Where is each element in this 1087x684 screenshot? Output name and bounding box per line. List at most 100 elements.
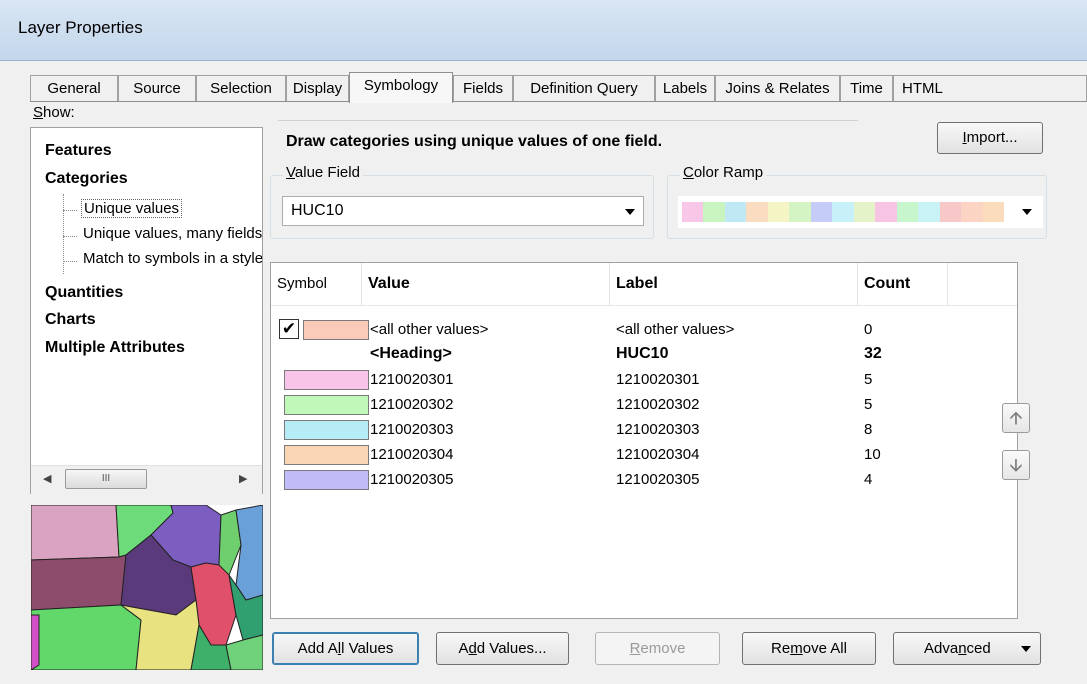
tab-label: Fields [462, 80, 503, 97]
horizontal-scrollbar[interactable]: ◀ III ▶ [31, 465, 262, 494]
symbol-swatch[interactable] [303, 320, 369, 340]
color-ramp-swatch [767, 202, 790, 222]
unique-values-table[interactable]: Symbol Value Label Count ✔ <all other val… [270, 262, 1018, 619]
symbol-swatch[interactable] [284, 470, 369, 490]
tree-multiple-attributes[interactable]: Multiple Attributes [45, 339, 185, 357]
cell-count: 10 [864, 446, 881, 463]
cell-value: <Heading> [370, 345, 452, 362]
table-row[interactable]: 1210020303 1210020303 8 [271, 419, 1017, 441]
tab-labels[interactable]: Labels [655, 75, 715, 102]
cell-count: 32 [864, 345, 882, 362]
cell-label: 1210020301 [616, 371, 700, 388]
move-down-button[interactable]: 🡫 [1002, 450, 1030, 480]
table-row[interactable]: 1210020301 1210020301 5 [271, 369, 1017, 391]
color-ramp-swatch [853, 202, 876, 222]
tree-connector [63, 194, 64, 274]
cell-count: 4 [864, 471, 873, 488]
remove-button[interactable]: Remove [595, 632, 720, 665]
table-row[interactable]: 1210020302 1210020302 5 [271, 394, 1017, 416]
color-ramp-swatch [789, 202, 811, 222]
tree-connector [63, 210, 77, 211]
cell-value: 1210020305 [370, 471, 454, 488]
color-ramp-swatch [982, 202, 1005, 222]
add-all-values-button[interactable]: Add All Values [272, 632, 419, 665]
chevron-down-icon [1021, 646, 1031, 652]
cell-label: 1210020303 [616, 421, 700, 438]
tab-selection[interactable]: Selection [196, 75, 286, 102]
color-ramp-label: Color Ramp [680, 164, 767, 181]
cell-label: 1210020304 [616, 446, 700, 463]
tree-features[interactable]: Features [45, 142, 112, 160]
title-bar[interactable]: Layer Properties [0, 0, 1087, 61]
color-ramp-dropdown[interactable] [678, 196, 1043, 228]
advanced-button[interactable]: Advanced [893, 632, 1041, 665]
tab-label: HTML [902, 80, 943, 97]
cell-value: 1210020302 [370, 396, 454, 413]
tab-label: Definition Query [530, 80, 638, 97]
tab-symbology[interactable]: Symbology [349, 72, 453, 103]
symbol-swatch[interactable] [284, 445, 369, 465]
separator [278, 120, 858, 121]
scroll-thumb[interactable]: III [65, 469, 147, 489]
tree-connector [63, 236, 77, 237]
move-up-button[interactable]: 🡩 [1002, 403, 1030, 433]
cell-label: <all other values> [616, 321, 735, 338]
cell-value: <all other values> [370, 321, 489, 338]
table-row[interactable]: 1210020304 1210020304 10 [271, 444, 1017, 466]
color-ramp-swatch [875, 202, 897, 222]
col-symbol[interactable]: Symbol [271, 263, 362, 305]
preview-map-image [31, 505, 263, 670]
cell-value: 1210020301 [370, 371, 454, 388]
cell-value: 1210020304 [370, 446, 454, 463]
remove-all-button[interactable]: Remove All [742, 632, 876, 665]
cell-value: 1210020303 [370, 421, 454, 438]
color-ramp-swatch [810, 202, 833, 222]
table-header: Symbol Value Label Count [271, 263, 1017, 306]
color-ramp-swatch [832, 202, 854, 222]
color-ramp-swatch [746, 202, 768, 222]
col-value[interactable]: Value [362, 263, 610, 305]
tab-joins-relates[interactable]: Joins & Relates [715, 75, 840, 102]
tab-html[interactable]: HTML [893, 75, 1087, 102]
renderer-tree[interactable]: Features Categories Unique values Unique… [30, 127, 263, 494]
color-ramp-swatch [896, 202, 919, 222]
col-count[interactable]: Count [858, 263, 948, 305]
tab-fields[interactable]: Fields [453, 75, 513, 102]
tab-strip: General Source Selection Display Symbolo… [30, 72, 1087, 103]
all-other-values-checkbox[interactable]: ✔ [279, 319, 299, 339]
tab-definition-query[interactable]: Definition Query [513, 75, 655, 102]
tab-display[interactable]: Display [286, 75, 349, 102]
table-row[interactable]: ✔ <all other values> <all other values> 0 [271, 319, 1017, 341]
tree-categories[interactable]: Categories [45, 170, 128, 188]
tab-divider [30, 101, 1087, 102]
scroll-left-icon[interactable]: ◀ [43, 472, 51, 485]
scroll-right-icon[interactable]: ▶ [239, 472, 247, 485]
value-field-dropdown[interactable]: HUC10 [282, 196, 644, 226]
col-label[interactable]: Label [610, 263, 858, 305]
color-ramp-swatch [939, 202, 962, 222]
symbol-swatch[interactable] [284, 370, 369, 390]
tab-time[interactable]: Time [840, 75, 893, 102]
tab-label: Display [292, 80, 343, 97]
cell-label: 1210020302 [616, 396, 700, 413]
tree-unique-values[interactable]: Unique values [81, 199, 183, 218]
import-button[interactable]: Import... [937, 122, 1043, 154]
tree-match-to-symbols[interactable]: Match to symbols in a style [83, 250, 262, 267]
symbol-swatch[interactable] [284, 395, 369, 415]
symbol-swatch[interactable] [284, 420, 369, 440]
cell-count: 5 [864, 396, 873, 413]
color-ramp-swatch [918, 202, 940, 222]
tab-general[interactable]: General [30, 75, 118, 102]
tab-label: Source [133, 80, 181, 97]
tree-quantities[interactable]: Quantities [45, 284, 123, 302]
table-row[interactable]: 1210020305 1210020305 4 [271, 469, 1017, 491]
tree-charts[interactable]: Charts [45, 311, 96, 329]
tree-unique-values-many[interactable]: Unique values, many fields [83, 225, 262, 242]
value-field-label: Value Field [283, 164, 363, 181]
tab-source[interactable]: Source [118, 75, 196, 102]
show-label: Show: [33, 104, 75, 121]
table-heading-row[interactable]: <Heading> HUC10 32 [271, 343, 1017, 365]
cell-count: 0 [864, 321, 873, 338]
add-values-button[interactable]: Add Values... [436, 632, 569, 665]
chevron-down-icon [1022, 209, 1032, 215]
